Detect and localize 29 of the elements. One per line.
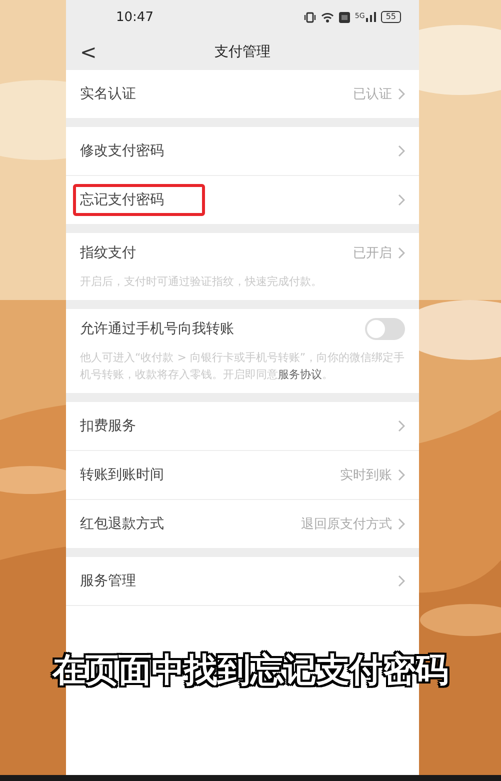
chevron-icon [398,194,405,206]
chevron-icon [398,88,405,100]
chevron-icon [398,469,405,481]
row-label[interactable]: 忘记支付密码 [73,184,205,216]
row-label[interactable]: 实名认证 [73,78,143,110]
row-value: 已开启 [353,245,392,262]
row-label[interactable]: 红包退款方式 [73,508,171,540]
row-label[interactable]: 指纹支付 [73,237,143,269]
row-value: 退回原支付方式 [301,516,392,533]
row-value: 已认证 [353,86,392,103]
row-label[interactable]: 转账到账时间 [73,459,171,491]
row-label[interactable]: 修改支付密码 [73,135,171,167]
toggle-switch[interactable] [365,318,405,340]
status-time: 10:47 [116,10,154,24]
row-label[interactable]: 允许通过手机号向我转账 [73,313,241,345]
row-value: 实时到账 [340,467,392,484]
row-label[interactable]: 扣费服务 [73,410,143,442]
chevron-icon [398,575,405,587]
page-title: 支付管理 [214,43,270,61]
signal-icon [366,12,376,22]
wifi-icon [320,12,334,22]
row-label[interactable]: 服务管理 [73,565,143,597]
back-button[interactable]: < [76,40,101,64]
chevron-icon [398,420,405,432]
chevron-icon [398,518,405,530]
chevron-icon [398,145,405,157]
chevron-icon [398,247,405,259]
battery-icon: 55 [380,11,401,23]
vibrate-icon [304,12,316,22]
